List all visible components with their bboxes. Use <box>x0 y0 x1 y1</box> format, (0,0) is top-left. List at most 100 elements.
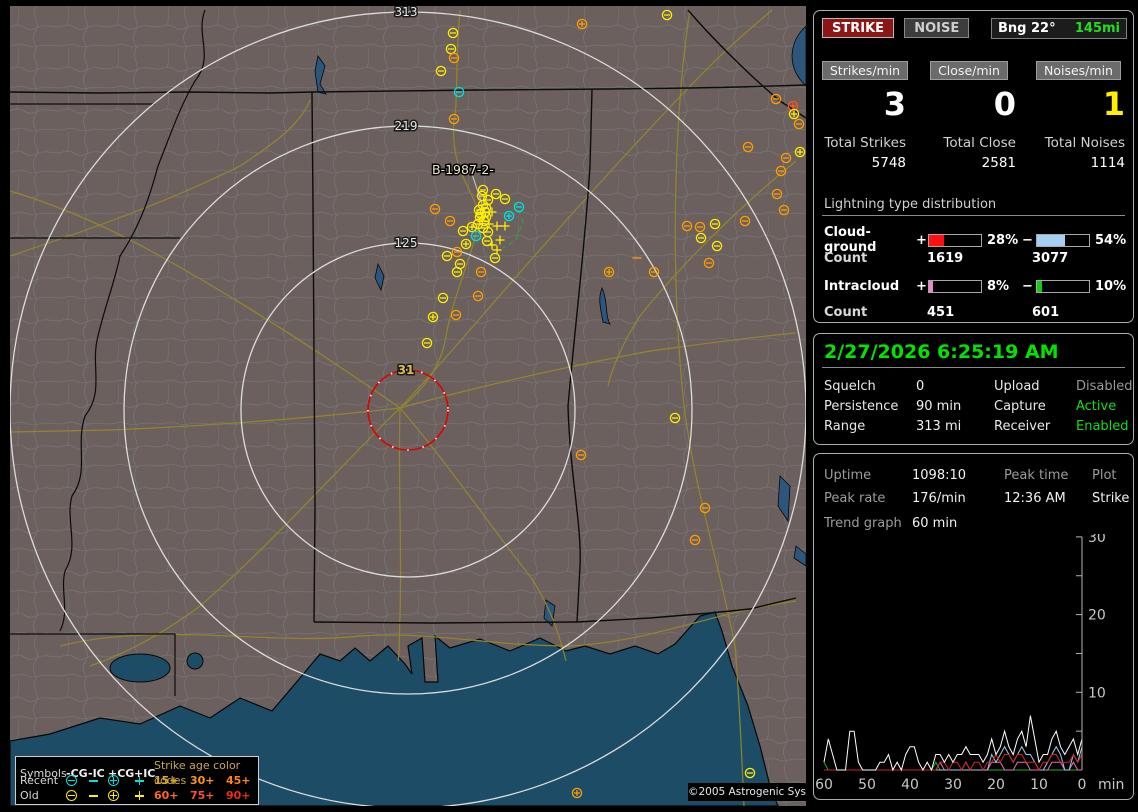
noises-per-min-value: 1 <box>1024 87 1133 121</box>
uptime-value: 1098:10 <box>912 468 1004 483</box>
clock-divider <box>822 367 1125 368</box>
counter-values: 3 0 1 <box>816 87 1131 121</box>
counter-headers: Strikes/min Close/min Noises/min <box>816 61 1131 80</box>
ic-positive-pct: 8% <box>982 279 1022 294</box>
distribution-title: Lightning type distribution <box>824 197 996 212</box>
age-75: 75+ <box>190 788 226 803</box>
svg-text:10: 10 <box>1030 777 1048 793</box>
total-noises-value: 1114 <box>1024 155 1133 171</box>
plot-value: Strike <box>1092 491 1129 506</box>
upload-status: Disabled <box>1076 379 1132 394</box>
noises-per-min-header: Noises/min <box>1036 61 1121 80</box>
ring-label-125: 125 <box>395 236 418 250</box>
cg-negative-count: 3077 <box>1032 251 1129 266</box>
cg-positive-bar <box>928 234 982 247</box>
counters-panel: STRIKE NOISE Bng 22° 145mi Strikes/min C… <box>813 10 1134 323</box>
nexstorm-app: 313 219 125 31 B-1987-2- Symbols -CG -IC +C… <box>0 0 1138 812</box>
cg-negative-bar <box>1036 234 1090 247</box>
distribution-divider <box>822 215 1125 216</box>
map-legend: Symbols -CG -IC +CG +IC Strike age color… <box>15 756 259 805</box>
bearing-range-value: 145mi <box>1075 19 1120 38</box>
minus-sign: − <box>1022 279 1036 294</box>
ic-negative-bar <box>1036 280 1090 293</box>
svg-text:0: 0 <box>1078 777 1087 793</box>
ring-label-313: 313 <box>395 6 418 19</box>
ic-count-label: Count <box>824 305 927 320</box>
cg-positive-count: 1619 <box>927 251 1032 266</box>
svg-text:30: 30 <box>1088 534 1106 546</box>
persistence-label: Persistence <box>824 399 916 414</box>
counter-total-values: 5748 2581 1114 <box>816 155 1131 171</box>
stats-grid: Uptime 1098:10 Peak time Plot Peak rate … <box>824 464 1127 510</box>
ring-label-219: 219 <box>395 119 418 133</box>
ring-label-31: 31 <box>398 363 415 377</box>
mode-button-row: STRIKE NOISE Bng 22° 145mi <box>822 18 1127 40</box>
squelch-label: Squelch <box>824 379 916 394</box>
storm-cell-label: B-1987-2- <box>432 162 494 177</box>
legend-recent-label: Recent <box>20 773 66 788</box>
strike-mode-button[interactable]: STRIKE <box>822 18 894 38</box>
svg-text:30: 30 <box>944 777 962 793</box>
bearing-value: Bng 22° <box>998 21 1056 36</box>
squelch-value: 0 <box>916 379 994 394</box>
intracloud-label: Intracloud <box>824 279 916 294</box>
recent-ic-neg-icon <box>88 775 99 786</box>
total-strikes-label: Total Strikes <box>816 135 914 151</box>
peak-rate-value: 176/min <box>912 491 1004 506</box>
age-30: 30+ <box>190 773 226 788</box>
intracloud-row: Intracloud + 8% − 10% <box>824 279 1129 293</box>
cg-negative-pct: 54% <box>1090 233 1130 248</box>
legend-recent-row: Recent 15+ 30+ 45+ <box>20 773 258 788</box>
recent-cg-neg-icon <box>66 775 77 786</box>
recent-cg-pos-icon <box>108 775 119 786</box>
total-close-label: Total Close <box>914 135 1024 151</box>
ic-negative-count: 601 <box>1032 305 1129 320</box>
svg-text:50: 50 <box>858 777 876 793</box>
range-label: Range <box>824 419 916 434</box>
old-ic-pos-icon <box>134 790 145 801</box>
capture-status: Active <box>1076 399 1132 414</box>
recent-ic-pos-icon <box>134 775 145 786</box>
age-90: 90+ <box>226 788 260 803</box>
sidebar: STRIKE NOISE Bng 22° 145mi Strikes/min C… <box>812 0 1138 812</box>
copyright-notice: ©2005 Astrogenic Systems <box>688 783 806 801</box>
upload-label: Upload <box>994 379 1076 394</box>
peak-time-value: 12:36 AM <box>1004 491 1092 506</box>
legend-old-label: Old <box>20 788 66 803</box>
cg-count-label: Count <box>824 251 927 266</box>
receiver-status: Enabled <box>1076 419 1132 434</box>
bearing-readout: Bng 22° 145mi <box>991 18 1127 39</box>
plus-sign: + <box>916 233 928 248</box>
cloud-ground-counts: Count 1619 3077 <box>824 251 1129 265</box>
counter-total-labels: Total Strikes Total Close Total Noises <box>816 135 1131 151</box>
peak-time-label: Peak time <box>1004 468 1092 483</box>
svg-text:20: 20 <box>1088 608 1106 624</box>
close-per-min-value: 0 <box>914 87 1024 121</box>
svg-text:20: 20 <box>987 777 1005 793</box>
old-ic-neg-icon <box>88 790 99 801</box>
capture-label: Capture <box>994 399 1076 414</box>
age-60: 60+ <box>154 788 190 803</box>
trend-graph-value: 60 min <box>912 516 957 531</box>
trend-graph-label: Trend graph <box>824 516 912 531</box>
legend-old-row: Old 60+ 75+ 90+ <box>20 788 258 803</box>
old-cg-neg-icon <box>66 790 77 801</box>
peak-rate-label: Peak rate <box>824 491 912 506</box>
lightning-map[interactable]: 313 219 125 31 B-1987-2- Symbols -CG -IC +C… <box>10 6 806 806</box>
close-per-min-header: Close/min <box>930 61 1008 80</box>
svg-text:40: 40 <box>901 777 919 793</box>
plot-label: Plot <box>1092 468 1129 483</box>
ic-negative-pct: 10% <box>1090 279 1130 294</box>
old-cg-pos-icon <box>108 790 119 801</box>
age-15: 15+ <box>154 773 190 788</box>
ic-positive-bar <box>928 280 982 293</box>
trend-graph: 1020306050403020100min <box>816 534 1134 796</box>
plus-sign: + <box>916 279 928 294</box>
noise-mode-button[interactable]: NOISE <box>904 18 969 38</box>
trend-graph-row: Trend graph 60 min <box>824 516 957 531</box>
persistence-value: 90 min <box>916 399 994 414</box>
total-noises-label: Total Noises <box>1024 135 1133 151</box>
minus-sign: − <box>1022 233 1036 248</box>
svg-text:10: 10 <box>1088 685 1106 701</box>
status-panel: 2/27/2026 6:25:19 AM Squelch 0 Upload Di… <box>813 333 1134 445</box>
